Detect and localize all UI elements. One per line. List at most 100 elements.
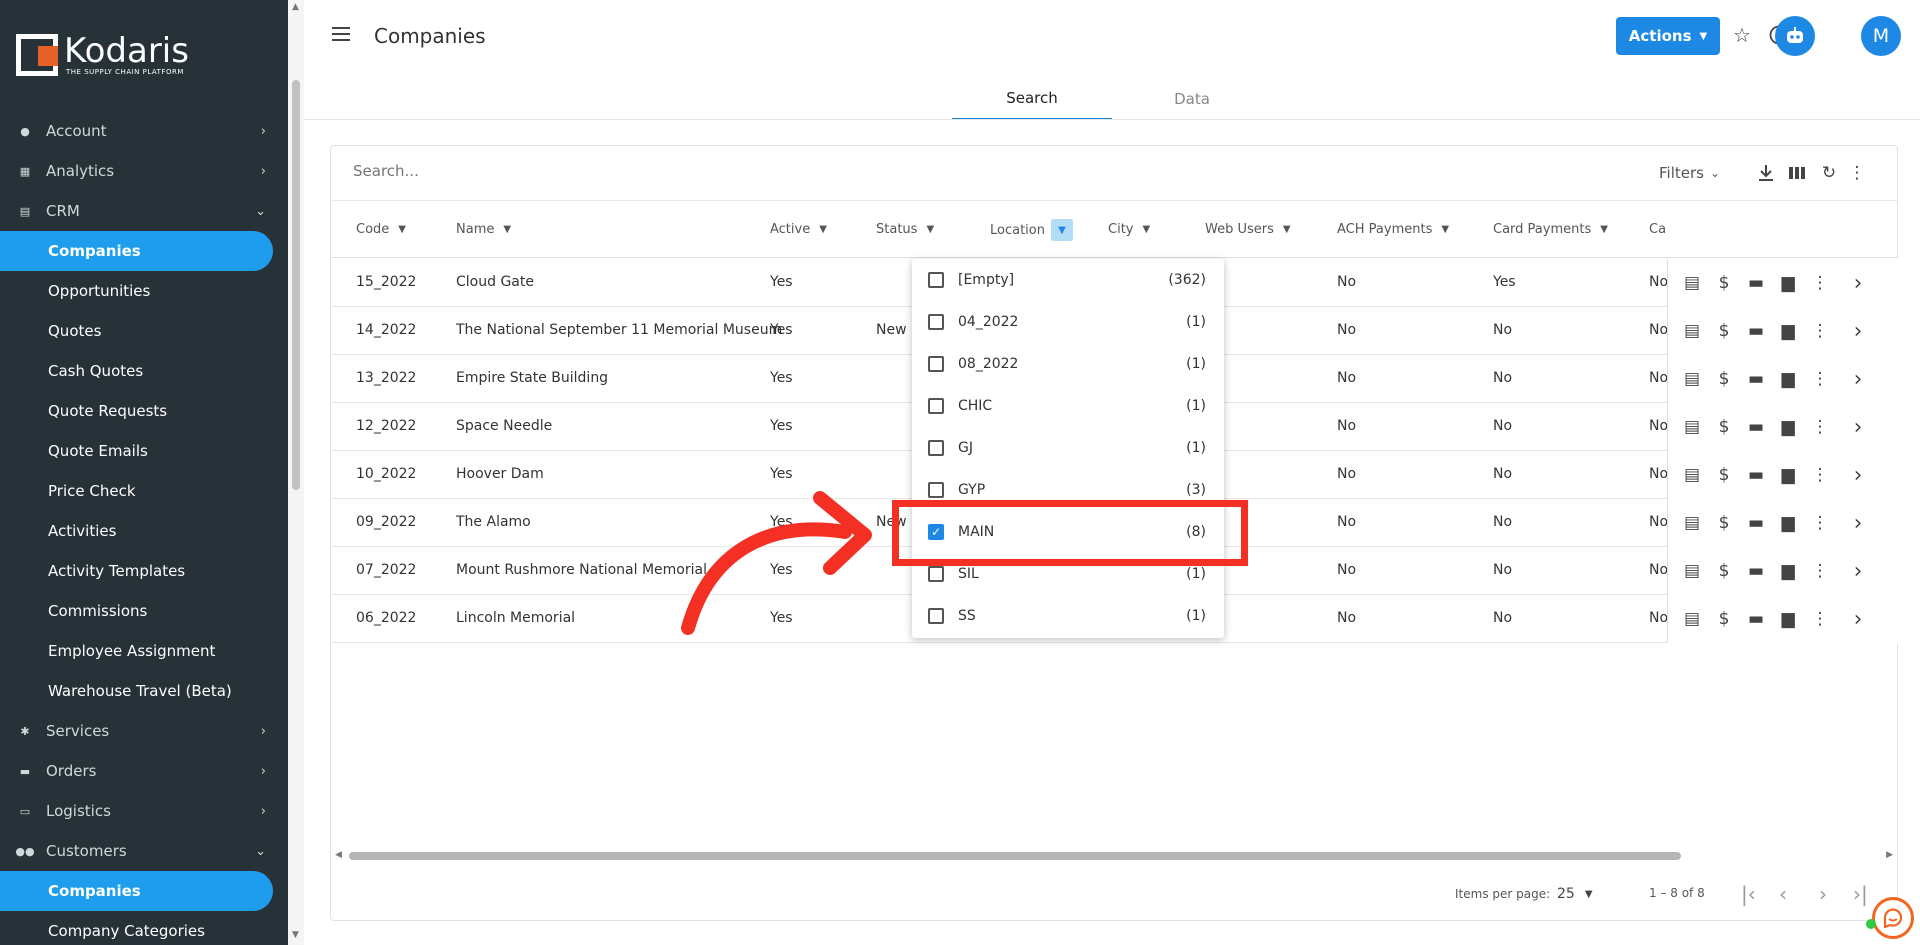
add-note-icon[interactable]: ▤ [1682, 465, 1702, 485]
horizontal-scroll-thumb[interactable] [349, 852, 1681, 860]
sidebar-subitem-quote-requests[interactable]: Quote Requests [0, 391, 288, 431]
sort-caret-icon[interactable]: ▼ [1283, 224, 1291, 235]
sidebar-item-services[interactable]: ✱ Services › [0, 711, 288, 751]
tab-data[interactable]: Data [1112, 78, 1272, 120]
kodaris-logo[interactable]: Kodaris THE SUPPLY CHAIN PLATFORM [16, 34, 189, 76]
more-vert-icon[interactable]: ⋮ [1810, 417, 1830, 437]
sidebar-subitem-warehouse-travel[interactable]: Warehouse Travel (Beta) [0, 671, 288, 711]
last-page-icon[interactable]: ›| [1853, 882, 1868, 906]
scroll-up-arrow-icon[interactable]: ▲ [292, 2, 299, 12]
scroll-right-arrow-icon[interactable]: ▶ [1886, 850, 1893, 860]
sidebar-subitem-customers-companies[interactable]: Companies [0, 871, 273, 911]
sort-caret-active-icon[interactable]: ▼ [1050, 219, 1073, 241]
sidebar-subitem-quotes[interactable]: Quotes [0, 311, 288, 351]
invoice-icon[interactable]: $ [1714, 369, 1734, 389]
comment-icon[interactable]: ▆ [1778, 273, 1798, 293]
invoice-icon[interactable]: $ [1714, 417, 1734, 437]
column-header-web-users[interactable]: Web Users ▼ [1205, 222, 1291, 237]
page-size-select[interactable]: 25 ▼ [1557, 886, 1593, 902]
column-header-active[interactable]: Active ▼ [770, 222, 827, 237]
column-header-name[interactable]: Name ▼ [456, 222, 511, 237]
checkbox-icon[interactable] [928, 440, 944, 456]
checkbox-icon[interactable] [928, 608, 944, 624]
first-page-icon[interactable]: |‹ [1741, 882, 1756, 906]
checkbox-icon[interactable] [928, 482, 944, 498]
horizontal-scrollbar[interactable]: ◀ ▶ [331, 850, 1897, 862]
search-input[interactable] [353, 162, 953, 180]
invoice-icon[interactable]: $ [1714, 513, 1734, 533]
shipping-truck-icon[interactable]: ▬ [1746, 321, 1766, 341]
comment-icon[interactable]: ▆ [1778, 369, 1798, 389]
shipping-truck-icon[interactable]: ▬ [1746, 369, 1766, 389]
sort-caret-icon[interactable]: ▼ [1600, 224, 1608, 235]
chevron-right-icon[interactable]: › [1848, 271, 1868, 296]
column-header-city[interactable]: City ▼ [1108, 222, 1150, 237]
chevron-right-icon[interactable]: › [1848, 463, 1868, 488]
more-vert-icon[interactable]: ⋮ [1810, 321, 1830, 341]
sort-caret-icon[interactable]: ▼ [926, 224, 934, 235]
invoice-icon[interactable]: $ [1714, 561, 1734, 581]
column-header-location[interactable]: Location ▼ [990, 219, 1073, 241]
location-option[interactable]: GJ (1) [912, 427, 1224, 469]
chevron-right-icon[interactable]: › [1848, 607, 1868, 632]
sort-caret-icon[interactable]: ▼ [819, 224, 827, 235]
user-avatar[interactable]: M [1861, 16, 1901, 56]
menu-icon[interactable] [332, 27, 350, 41]
sidebar-item-account[interactable]: ● Account › [0, 111, 288, 151]
shipping-truck-icon[interactable]: ▬ [1746, 609, 1766, 629]
add-note-icon[interactable]: ▤ [1682, 321, 1702, 341]
chevron-right-icon[interactable]: › [1848, 511, 1868, 536]
sidebar-subitem-employee-assignment[interactable]: Employee Assignment [0, 631, 288, 671]
more-vert-icon[interactable]: ⋮ [1846, 162, 1868, 184]
more-vert-icon[interactable]: ⋮ [1810, 273, 1830, 293]
location-option[interactable]: [Empty] (362) [912, 259, 1224, 301]
add-note-icon[interactable]: ▤ [1682, 513, 1702, 533]
location-option[interactable]: CHIC (1) [912, 385, 1224, 427]
more-vert-icon[interactable]: ⋮ [1810, 369, 1830, 389]
more-vert-icon[interactable]: ⋮ [1810, 513, 1830, 533]
sidebar-item-analytics[interactable]: ▦ Analytics › [0, 151, 288, 191]
shipping-truck-icon[interactable]: ▬ [1746, 417, 1766, 437]
shipping-truck-icon[interactable]: ▬ [1746, 465, 1766, 485]
comment-icon[interactable]: ▆ [1778, 513, 1798, 533]
sidebar-item-customers[interactable]: ●● Customers ⌄ [0, 831, 288, 871]
comment-icon[interactable]: ▆ [1778, 465, 1798, 485]
invoice-icon[interactable]: $ [1714, 609, 1734, 629]
sidebar-subitem-activity-templates[interactable]: Activity Templates [0, 551, 288, 591]
column-header-code[interactable]: Code ▼ [356, 222, 406, 237]
sidebar-subitem-quote-emails[interactable]: Quote Emails [0, 431, 288, 471]
chat-support-icon[interactable] [1872, 897, 1914, 939]
assistant-bot-icon[interactable] [1775, 16, 1815, 56]
checkbox-checked-icon[interactable]: ✓ [928, 524, 944, 540]
sidebar-subitem-activities[interactable]: Activities [0, 511, 288, 551]
sidebar-subitem-cash-quotes[interactable]: Cash Quotes [0, 351, 288, 391]
scroll-down-arrow-icon[interactable]: ▼ [292, 930, 299, 940]
comment-icon[interactable]: ▆ [1778, 561, 1798, 581]
add-note-icon[interactable]: ▤ [1682, 369, 1702, 389]
checkbox-icon[interactable] [928, 566, 944, 582]
sort-caret-icon[interactable]: ▼ [503, 224, 511, 235]
shipping-truck-icon[interactable]: ▬ [1746, 561, 1766, 581]
sort-caret-icon[interactable]: ▼ [398, 224, 406, 235]
column-header-card-payments[interactable]: Card Payments ▼ [1493, 222, 1608, 237]
chevron-right-icon[interactable]: › [1848, 367, 1868, 392]
add-note-icon[interactable]: ▤ [1682, 417, 1702, 437]
location-option[interactable]: GYP (3) [912, 469, 1224, 511]
sidebar-scroll-thumb[interactable] [292, 80, 300, 490]
checkbox-icon[interactable] [928, 314, 944, 330]
comment-icon[interactable]: ▆ [1778, 609, 1798, 629]
checkbox-icon[interactable] [928, 398, 944, 414]
add-note-icon[interactable]: ▤ [1682, 609, 1702, 629]
location-option[interactable]: SS (1) [912, 595, 1224, 637]
sidebar-subitem-opportunities[interactable]: Opportunities [0, 271, 288, 311]
more-vert-icon[interactable]: ⋮ [1810, 609, 1830, 629]
column-header-ca[interactable]: Ca [1649, 222, 1666, 237]
sidebar-item-logistics[interactable]: ▭ Logistics › [0, 791, 288, 831]
invoice-icon[interactable]: $ [1714, 273, 1734, 293]
comment-icon[interactable]: ▆ [1778, 321, 1798, 341]
filters-button[interactable]: Filters ⌄ [1659, 164, 1720, 182]
sidebar-subitem-commissions[interactable]: Commissions [0, 591, 288, 631]
sort-caret-icon[interactable]: ▼ [1142, 224, 1150, 235]
location-option[interactable]: SIL (1) [912, 553, 1224, 595]
more-vert-icon[interactable]: ⋮ [1810, 561, 1830, 581]
